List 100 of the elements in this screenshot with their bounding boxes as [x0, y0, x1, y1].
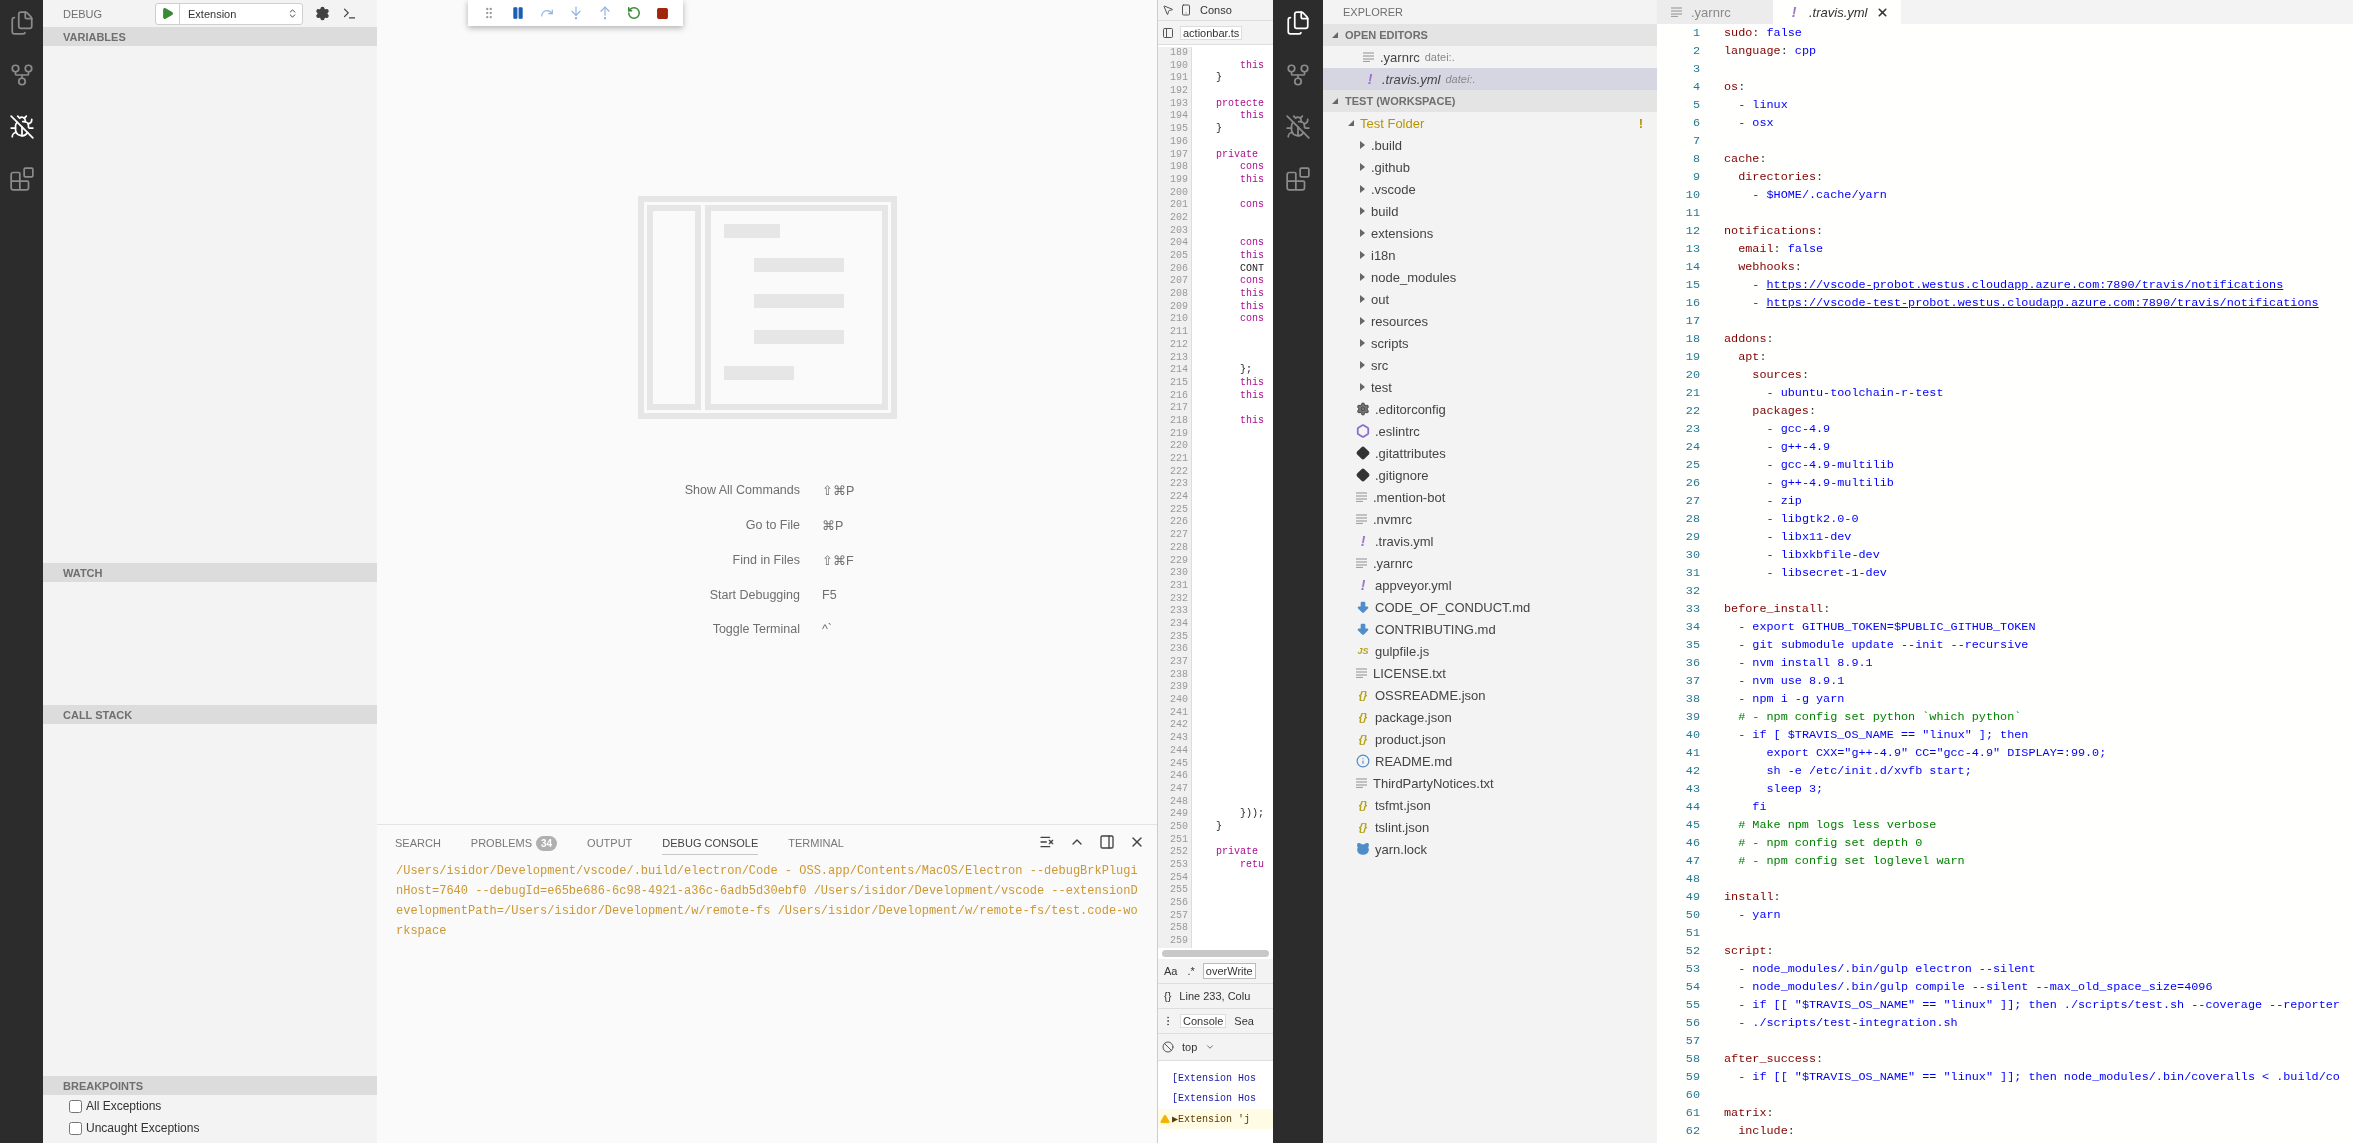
code-line: - ubuntu-toolchain-r-test [1765, 385, 1944, 402]
folder-item[interactable]: node_modules [1323, 266, 1657, 288]
twistie-icon[interactable] [1358, 163, 1366, 171]
pause-icon[interactable] [510, 6, 525, 20]
file-item[interactable]: {} tsfmt.json [1323, 794, 1657, 816]
folder-item[interactable]: extensions [1323, 222, 1657, 244]
search-field[interactable]: overWrite [1202, 962, 1256, 979]
files-icon[interactable] [1285, 10, 1311, 36]
twistie-icon[interactable] [1331, 31, 1339, 39]
tab-label: .travis.yml [1809, 4, 1868, 20]
folder-item[interactable]: .vscode [1323, 178, 1657, 200]
editor-tab[interactable]: ! .travis.yml [1773, 0, 1901, 24]
file-item[interactable]: .gitignore [1323, 464, 1657, 486]
code-line: }; [1239, 364, 1252, 377]
file-item[interactable]: .editorconfig [1323, 398, 1657, 420]
twistie-icon[interactable] [1331, 97, 1339, 105]
file-tab[interactable]: actionbar.ts [1180, 25, 1243, 40]
scrollbar-thumb[interactable] [1162, 949, 1269, 957]
folder-item[interactable]: .github [1323, 156, 1657, 178]
file-item[interactable]: {} package.json [1323, 706, 1657, 728]
twistie-icon[interactable] [1358, 141, 1366, 149]
file-item[interactable]: {} OSSREADME.json [1323, 684, 1657, 706]
checkbox[interactable] [69, 1099, 82, 1113]
twistie-icon[interactable] [1358, 185, 1366, 193]
source-control-icon[interactable] [8, 62, 35, 88]
file-item[interactable]: yarn.lock [1323, 838, 1657, 860]
twistie-icon[interactable] [1358, 295, 1366, 303]
twistie-icon[interactable] [1358, 339, 1366, 347]
console-tab[interactable]: Console [1180, 1013, 1227, 1028]
device-icon[interactable] [1180, 4, 1192, 16]
file-item[interactable]: CODE_OF_CONDUCT.md [1323, 596, 1657, 618]
file-item[interactable]: .gitattributes [1323, 442, 1657, 464]
section-header[interactable]: VARIABLES [43, 27, 377, 46]
extensions-icon[interactable] [8, 166, 35, 192]
twistie-icon[interactable] [1358, 251, 1366, 259]
section-header[interactable]: CALL STACK [43, 705, 377, 724]
folder-item[interactable]: src [1323, 354, 1657, 376]
folder-item[interactable]: .build [1323, 134, 1657, 156]
restart-icon[interactable] [627, 6, 642, 20]
twistie-icon[interactable] [1358, 317, 1366, 325]
launch-configuration[interactable]: Extension [155, 2, 303, 25]
folder-item[interactable]: build [1323, 200, 1657, 222]
section-header[interactable]: BREAKPOINTS [43, 1076, 377, 1095]
file-item[interactable]: ! .travis.yml [1323, 530, 1657, 552]
file-item[interactable]: {} product.json [1323, 728, 1657, 750]
section-header[interactable]: OPEN EDITORS [1323, 24, 1657, 46]
section-header[interactable]: WATCH [43, 563, 377, 582]
console-icon[interactable] [342, 6, 357, 21]
close-icon[interactable] [1875, 5, 1889, 19]
twistie-icon[interactable] [1358, 229, 1366, 237]
file-item[interactable]: .mention-bot [1323, 486, 1657, 508]
checkbox[interactable] [69, 1121, 82, 1135]
file-item[interactable]: .yarnrc [1323, 552, 1657, 574]
panel-tab[interactable]: DEBUG CONSOLE [662, 829, 759, 855]
folder-item[interactable]: out [1323, 288, 1657, 310]
twistie-icon[interactable] [1358, 383, 1366, 391]
file-item[interactable]: .nvmrc [1323, 508, 1657, 530]
folder-item[interactable]: test [1323, 376, 1657, 398]
folder-item[interactable]: i18n [1323, 244, 1657, 266]
code-link[interactable]: https://vscode-probot.westus.cloudapp.azure.com:7890/travis/notifications [1766, 278, 2284, 292]
extensions-icon[interactable] [1285, 166, 1311, 192]
code-link[interactable]: https://vscode-test-probot.westus.cloudapp.azure.com:7890/travis/notifications [1766, 296, 2319, 310]
stop-icon[interactable] [656, 6, 670, 20]
clear-icon[interactable] [1162, 1040, 1174, 1053]
code-line: CONT [1239, 262, 1264, 276]
clear-console-icon[interactable] [1039, 834, 1055, 850]
panel-layout-icon[interactable] [1099, 834, 1115, 850]
open-editor-item[interactable]: .yarnrc datei:. [1323, 46, 1657, 68]
file-item[interactable]: ! appveyor.yml [1323, 574, 1657, 596]
file-item[interactable]: JS gulpfile.js [1323, 640, 1657, 662]
file-item[interactable]: ThirdPartyNotices.txt [1323, 772, 1657, 794]
file-item[interactable]: .eslintrc [1323, 420, 1657, 442]
line-number: 54 [1684, 979, 1700, 996]
settings-icon[interactable] [315, 6, 330, 21]
section-header[interactable]: TEST (WORKSPACE) [1323, 90, 1657, 112]
file-item[interactable]: LICENSE.txt [1323, 662, 1657, 684]
pointer-icon[interactable] [1162, 4, 1174, 16]
regex-toggle[interactable]: .* [1185, 964, 1197, 977]
sidebar-toggle-icon[interactable] [1162, 26, 1174, 39]
panel-tab[interactable]: PROBLEMS 34 [470, 827, 558, 857]
folder-item[interactable]: resources [1323, 310, 1657, 332]
folder-item[interactable]: scripts [1323, 332, 1657, 354]
file-item[interactable]: {} tslint.json [1323, 816, 1657, 838]
file-item[interactable]: CONTRIBUTING.md [1323, 618, 1657, 640]
twistie-icon[interactable] [1358, 273, 1366, 281]
panel-tab[interactable]: SEARCH [395, 829, 441, 855]
match-case-toggle[interactable]: Aa [1162, 964, 1180, 977]
console-tab[interactable]: Sea [1232, 1014, 1256, 1027]
panel-tab[interactable]: OUTPUT [587, 829, 633, 855]
pretty-print-button[interactable]: {} [1162, 989, 1174, 1002]
twistie-icon[interactable] [1358, 207, 1366, 215]
open-editor-item[interactable]: ! .travis.yml datei:. [1323, 68, 1657, 90]
panel-tab[interactable]: TERMINAL [788, 829, 844, 855]
source-control-icon[interactable] [1285, 62, 1311, 88]
devtools-tab[interactable]: Conso [1198, 4, 1234, 16]
file-item[interactable]: README.md [1323, 750, 1657, 772]
twistie-icon[interactable] [1347, 119, 1355, 127]
twistie-icon[interactable] [1358, 361, 1366, 369]
configuration-select[interactable]: Extension [180, 3, 302, 24]
context-select[interactable]: top [1180, 1040, 1200, 1053]
